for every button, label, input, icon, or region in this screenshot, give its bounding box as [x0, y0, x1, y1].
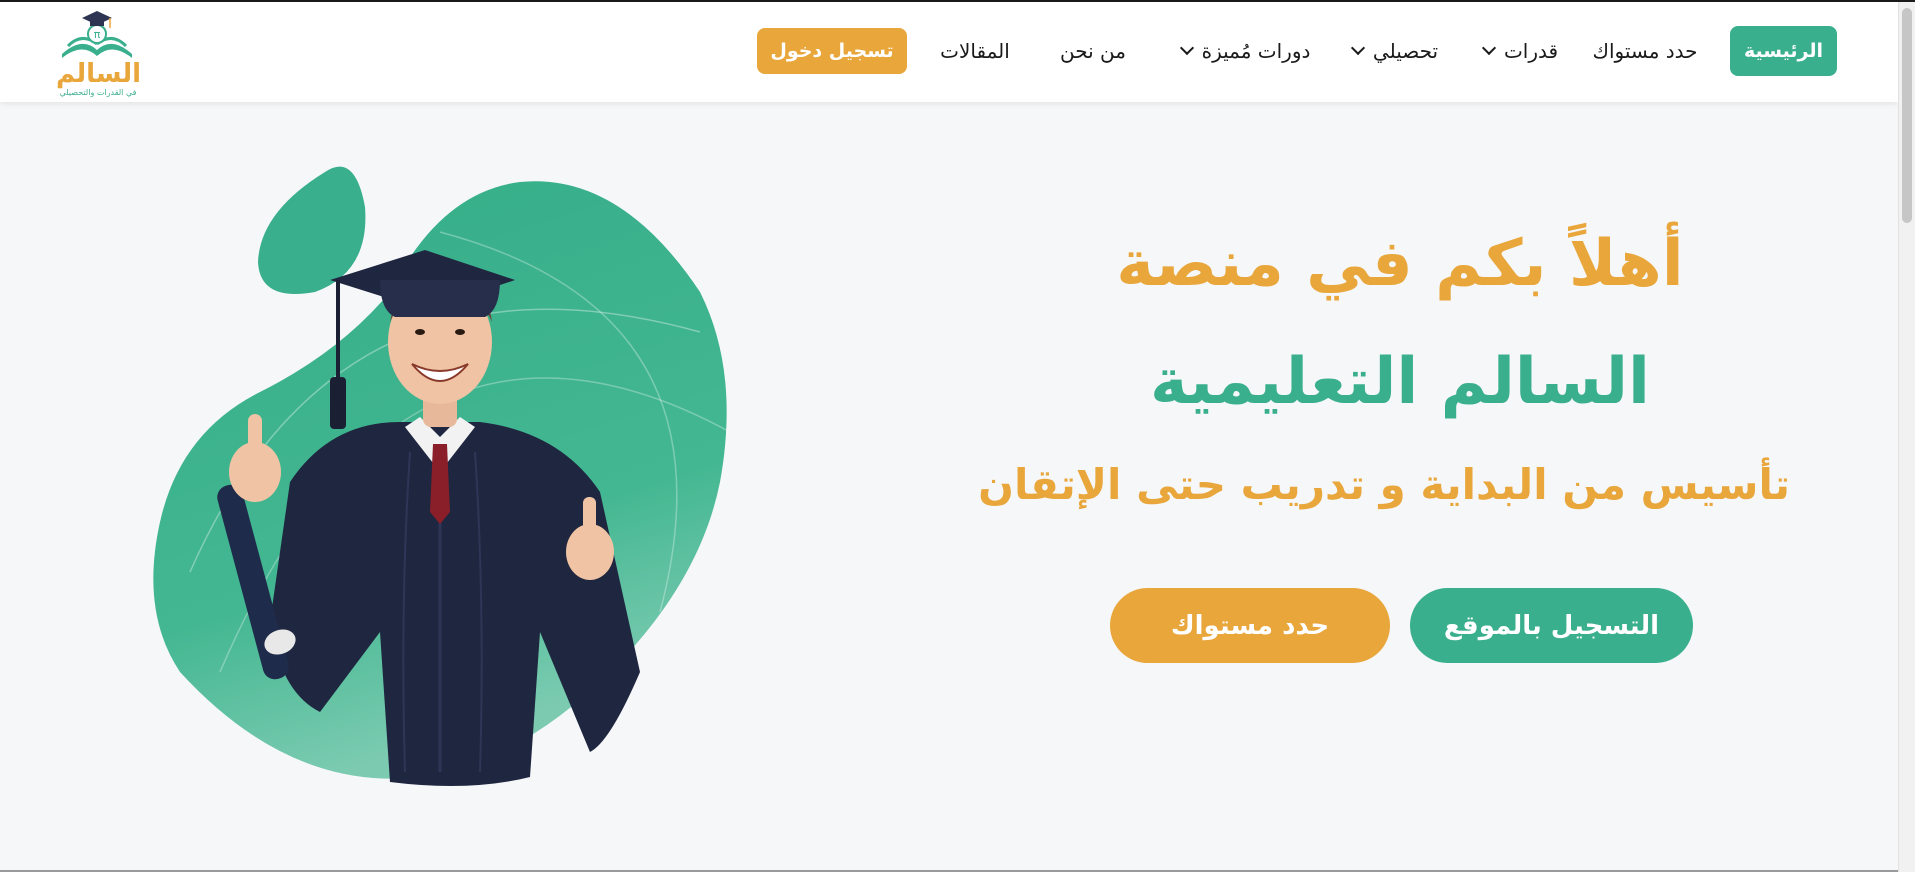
- nav-item-qudrat[interactable]: قدرات: [1468, 26, 1568, 76]
- svg-text:π: π: [94, 28, 101, 41]
- site-logo[interactable]: π السالم في القدرات والتحصيلي: [52, 6, 142, 98]
- determine-level-button-label: حدد مستواك: [1170, 610, 1330, 641]
- nav-item-level[interactable]: حدد مستواك: [1585, 26, 1705, 76]
- graduation-cap-book-icon: π: [62, 11, 132, 58]
- logo-subtext: في القدرات والتحصيلي: [59, 88, 137, 97]
- chevron-down-icon: [1179, 40, 1194, 56]
- determine-level-button[interactable]: حدد مستواك: [1110, 588, 1390, 663]
- nav-item-articles[interactable]: المقالات: [930, 26, 1020, 76]
- nav-item-tahsili[interactable]: تحصيلي: [1335, 26, 1450, 76]
- login-button[interactable]: تسجيل دخول: [757, 28, 907, 74]
- nav-home-label: الرئيسية: [1744, 40, 1823, 62]
- nav-tahsili-label: تحصيلي: [1372, 39, 1439, 63]
- navbar: π السالم في القدرات والتحصيلي الرئيسية ح…: [0, 2, 1898, 102]
- chevron-down-icon: [1481, 40, 1497, 56]
- register-button[interactable]: التسجيل بالموقع: [1410, 588, 1693, 663]
- vertical-scrollbar[interactable]: [1898, 2, 1915, 872]
- register-button-label: التسجيل بالموقع: [1443, 610, 1660, 641]
- hero-graduate-image: [153, 166, 731, 786]
- nav-articles-label: المقالات: [940, 39, 1010, 63]
- login-button-label: تسجيل دخول: [770, 40, 894, 62]
- scrollbar-thumb[interactable]: [1902, 8, 1912, 223]
- nav-courses-label: دورات مُميزة: [1201, 39, 1311, 63]
- nav-item-courses[interactable]: دورات مُميزة: [1168, 26, 1318, 76]
- nav-item-about[interactable]: من نحن: [1053, 26, 1133, 76]
- hero-heading-line2: السالم التعليمية: [1150, 345, 1650, 419]
- nav-home-button[interactable]: الرئيسية: [1730, 26, 1837, 76]
- nav-level-label: حدد مستواك: [1592, 39, 1698, 63]
- logo-text: السالم: [56, 59, 142, 89]
- chevron-down-icon: [1350, 40, 1365, 56]
- nav-about-label: من نحن: [1060, 39, 1126, 63]
- hero-heading-line1: أهلاً بكم في منصة: [1116, 227, 1684, 301]
- hero-tagline: تأسيس من البداية و تدريب حتى الإتقان: [978, 460, 1790, 509]
- nav-qudrat-label: قدرات: [1503, 39, 1559, 63]
